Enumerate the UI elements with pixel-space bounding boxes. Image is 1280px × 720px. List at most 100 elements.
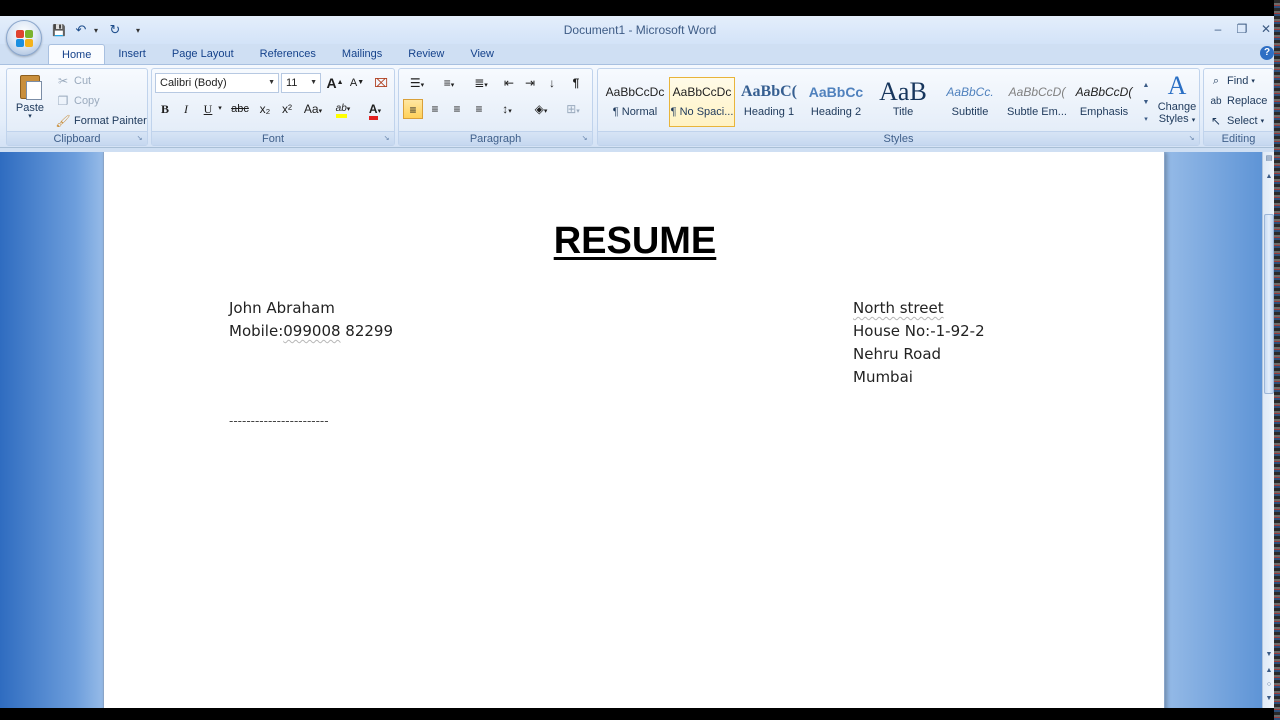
scroll-thumb[interactable] xyxy=(1264,214,1274,394)
document-page[interactable]: RESUME John Abraham Mobile:099008 82299 … xyxy=(103,152,1165,708)
style-subtle-emphasis[interactable]: AaBbCcD( Subtle Em... xyxy=(1004,77,1070,127)
style-no-spacing-sample: AaBbCcDc xyxy=(672,85,732,99)
line-spacing-button[interactable]: ↕▾ xyxy=(493,99,521,119)
tab-home[interactable]: Home xyxy=(48,44,106,64)
change-styles-icon: A xyxy=(1167,71,1187,100)
shading-button[interactable]: ◈▾ xyxy=(527,99,555,119)
style-heading-1[interactable]: AaBbC( Heading 1 xyxy=(736,77,802,127)
format-painter-button[interactable]: 🖌 Format Painter xyxy=(55,113,146,129)
next-page-icon[interactable]: ▼ xyxy=(1264,694,1274,704)
tab-references[interactable]: References xyxy=(247,44,329,64)
decrease-indent-icon: ⇤ xyxy=(503,76,515,90)
show-marks-button[interactable]: ¶ xyxy=(566,73,586,93)
ribbon-tabs: Home Insert Page Layout References Maili… xyxy=(48,44,507,64)
subscript-button[interactable]: x₂ xyxy=(255,99,275,119)
sort-button[interactable]: ↓ xyxy=(542,73,562,93)
strikethrough-icon: abc xyxy=(231,103,249,115)
bold-button[interactable]: B xyxy=(155,99,175,119)
tab-insert[interactable]: Insert xyxy=(105,44,159,64)
paste-button[interactable]: Paste ▾ xyxy=(11,73,49,120)
borders-icon: ⊞ xyxy=(566,102,577,116)
styles-scroll-up-icon[interactable]: ▲ xyxy=(1140,77,1152,94)
office-button[interactable] xyxy=(6,20,42,56)
styles-launcher-icon[interactable]: ↘ xyxy=(1187,134,1196,143)
font-family-combo[interactable]: Calibri (Body) ▼ xyxy=(155,73,279,93)
paragraph-launcher-icon[interactable]: ↘ xyxy=(580,134,589,143)
previous-page-icon[interactable]: ▲ xyxy=(1264,666,1274,676)
numbering-button[interactable]: ≡▾ xyxy=(435,73,463,93)
find-button[interactable]: ⌕ Find ▾ xyxy=(1208,73,1255,89)
bold-icon: B xyxy=(160,102,169,116)
brush-icon: 🖌 xyxy=(55,114,71,128)
styles-scroll-down-icon[interactable]: ▼ xyxy=(1140,94,1152,111)
styles-more-icon[interactable]: ▾ xyxy=(1140,111,1152,128)
cut-button[interactable]: ✂ Cut xyxy=(55,73,91,89)
close-button[interactable]: ✕ xyxy=(1256,20,1276,38)
tab-page-layout[interactable]: Page Layout xyxy=(159,44,247,64)
underline-button[interactable]: U xyxy=(198,99,218,119)
underline-dropdown-icon[interactable]: ▾ xyxy=(216,99,224,119)
ribbon: Paste ▾ ✂ Cut ❐ Copy 🖌 Format Painter Cl… xyxy=(0,64,1280,148)
highlight-button[interactable]: ab▾ xyxy=(330,99,356,119)
superscript-icon: x² xyxy=(282,102,292,116)
change-case-button[interactable]: Aa▾ xyxy=(300,99,326,119)
font-launcher-icon[interactable]: ↘ xyxy=(382,134,391,143)
grow-font-button[interactable]: A▲ xyxy=(325,73,345,93)
font-color-icon: A xyxy=(368,102,378,120)
style-no-spacing[interactable]: AaBbCcDc ¶ No Spaci... xyxy=(669,77,735,127)
help-icon[interactable]: ? xyxy=(1260,46,1274,60)
increase-indent-button[interactable]: ⇥ xyxy=(520,73,540,93)
screen-edge-artifact xyxy=(1274,0,1280,720)
clipboard-group-label: Clipboard xyxy=(7,131,147,145)
style-emphasis[interactable]: AaBbCcD( Emphasis xyxy=(1071,77,1137,127)
style-subtle-emphasis-name: Subtle Em... xyxy=(1007,106,1067,118)
pilcrow-icon: ¶ xyxy=(572,76,580,90)
strikethrough-button[interactable]: abc xyxy=(230,99,250,119)
scroll-up-icon[interactable]: ▲ xyxy=(1264,172,1274,182)
tab-view[interactable]: View xyxy=(457,44,507,64)
style-title-name: Title xyxy=(892,106,914,118)
align-right-button[interactable]: ≡ xyxy=(447,99,467,119)
borders-button[interactable]: ⊞▾ xyxy=(559,99,587,119)
superscript-button[interactable]: x² xyxy=(277,99,297,119)
replace-button[interactable]: ab Replace xyxy=(1208,93,1267,109)
font-size-combo[interactable]: 11 ▼ xyxy=(281,73,321,93)
style-normal[interactable]: AaBbCcDc ¶ Normal xyxy=(602,77,668,127)
align-left-button[interactable]: ≡ xyxy=(403,99,423,119)
multilevel-list-button[interactable]: ≣▾ xyxy=(467,73,495,93)
bullets-button[interactable]: ☰▾ xyxy=(403,73,431,93)
ruler-toggle-icon[interactable]: ▤ xyxy=(1264,154,1274,164)
style-subtitle[interactable]: AaBbCc. Subtitle xyxy=(937,77,1003,127)
tab-mailings[interactable]: Mailings xyxy=(329,44,395,64)
styles-group-label: Styles xyxy=(598,131,1199,145)
italic-button[interactable]: I xyxy=(176,99,196,119)
mobile-label: Mobile: xyxy=(229,322,284,340)
font-color-button[interactable]: A▾ xyxy=(362,99,388,120)
style-heading-2-sample: AaBbCc xyxy=(808,84,864,100)
align-left-icon: ≡ xyxy=(409,103,417,117)
copy-button[interactable]: ❐ Copy xyxy=(55,93,100,109)
office-logo-icon xyxy=(16,30,34,48)
change-styles-button[interactable]: A Change Styles ▾ xyxy=(1156,71,1198,127)
font-family-value: Calibri (Body) xyxy=(160,77,227,89)
center-button[interactable]: ≡ xyxy=(425,99,445,119)
style-heading-2-name: Heading 2 xyxy=(810,106,862,118)
browse-object-icon[interactable]: ○ xyxy=(1264,680,1274,690)
select-button[interactable]: ↖ Select ▾ xyxy=(1208,113,1264,129)
find-label: Find xyxy=(1227,75,1249,87)
style-title[interactable]: AaB Title xyxy=(870,77,936,127)
clipboard-launcher-icon[interactable]: ↘ xyxy=(135,134,144,143)
scroll-down-icon[interactable]: ▼ xyxy=(1264,650,1274,660)
justify-button[interactable]: ≡ xyxy=(469,99,489,119)
vertical-scrollbar[interactable]: ▤ ▲ ▼ ▲ ○ ▼ xyxy=(1262,152,1274,708)
shrink-font-button[interactable]: A▼ xyxy=(347,73,367,93)
style-heading-2[interactable]: AaBbCc Heading 2 xyxy=(803,77,869,127)
restore-button[interactable]: ❐ xyxy=(1232,20,1252,38)
minimize-button[interactable]: – xyxy=(1208,20,1228,38)
name-line: John Abraham xyxy=(229,299,335,317)
clear-formatting-button[interactable]: ⌧ xyxy=(371,73,391,93)
cursor-icon: ↖ xyxy=(1210,114,1222,128)
tab-review[interactable]: Review xyxy=(395,44,457,64)
paragraph-group: ☰▾ ≡▾ ≣▾ ⇤ ⇥ ↓ ¶ ≡ ≡ ≡ ≡ ↕▾ ◈▾ ⊞▾ Paragr… xyxy=(398,68,593,146)
decrease-indent-button[interactable]: ⇤ xyxy=(499,73,519,93)
